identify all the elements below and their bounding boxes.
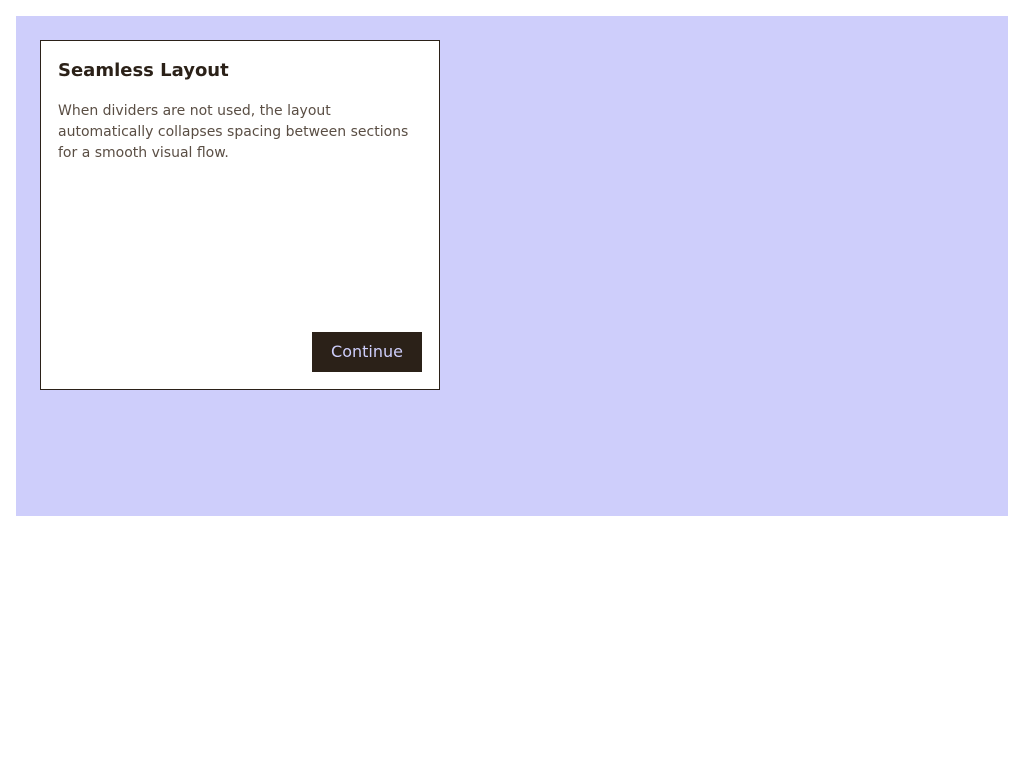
dialog-body-text: When dividers are not used, the layout a…: [58, 103, 409, 161]
dialog-title: Seamless Layout: [58, 60, 229, 81]
continue-button[interactable]: Continue: [312, 332, 422, 372]
dialog-card: Seamless Layout When dividers are not us…: [40, 40, 440, 390]
backdrop-panel: Seamless Layout When dividers are not us…: [16, 16, 1008, 516]
